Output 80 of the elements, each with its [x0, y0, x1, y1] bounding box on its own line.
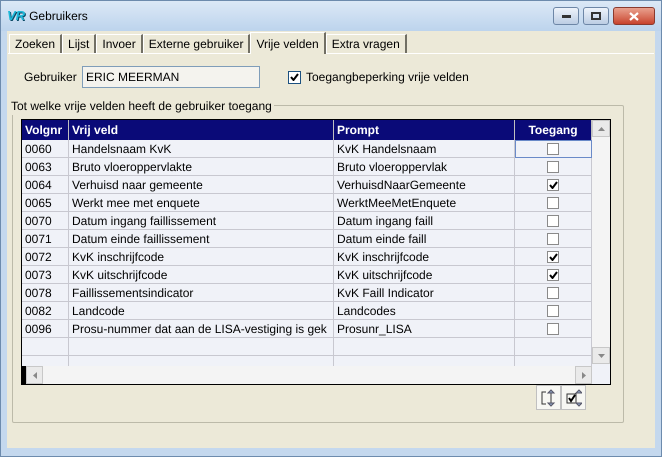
tab[interactable]: Lijst [62, 34, 96, 53]
vertical-scrollbar[interactable] [592, 120, 610, 364]
scroll-right-button[interactable] [575, 366, 592, 384]
row-height-button[interactable] [536, 385, 561, 410]
checkbox[interactable] [547, 251, 559, 263]
column-header[interactable]: Volgnr [22, 120, 69, 140]
right-arrow-icon [582, 372, 586, 378]
table-cell: KvK Faill Indicator [334, 284, 515, 302]
scroll-down-button[interactable] [592, 347, 610, 364]
left-arrow-icon [32, 372, 36, 378]
checkbox[interactable] [288, 70, 301, 84]
table-cell: KvK uitschrijfcode [334, 266, 515, 284]
table-cell: KvK inschrijfcode [69, 248, 334, 266]
table-cell: 0096 [22, 320, 69, 338]
table-cell: 0064 [22, 176, 69, 194]
checkbox[interactable] [547, 197, 559, 209]
table-cell: WerktMeeMetEnquete [334, 194, 515, 212]
checkbox[interactable] [547, 215, 559, 227]
resize-height-icon [540, 388, 556, 406]
checkbox[interactable] [547, 233, 559, 245]
table-cell: Prosunr_LISA [334, 320, 515, 338]
table-cell: 0071 [22, 230, 69, 248]
window-title: Gebruikers [29, 8, 89, 25]
table-cell: Bruto vloeroppervlakte [69, 158, 334, 176]
tab[interactable]: Zoeken [9, 34, 62, 53]
maximize-button[interactable] [583, 7, 609, 25]
column-header[interactable]: Vrij veld [69, 120, 334, 140]
close-button[interactable] [613, 7, 655, 25]
checkbox[interactable] [547, 287, 559, 299]
checkbox[interactable] [547, 323, 559, 335]
checkbox-label: Toegangbeperking vrije velden [306, 69, 469, 86]
minimize-icon [562, 14, 570, 18]
table-cell: Handelsnaam KvK [69, 140, 334, 158]
table-cell: Landcode [69, 302, 334, 320]
app-logo: VR [7, 7, 26, 26]
table-cell: Verhuisd naar gemeente [69, 176, 334, 194]
table-cell: 0082 [22, 302, 69, 320]
table-cell: 0070 [22, 212, 69, 230]
check-icon [290, 73, 299, 81]
table-cell: Bruto vloeroppervlak [334, 158, 515, 176]
close-icon [629, 12, 639, 20]
down-arrow-icon [598, 354, 604, 358]
checkbox[interactable] [547, 179, 559, 191]
checkbox[interactable] [547, 161, 559, 173]
minimize-button[interactable] [553, 7, 579, 25]
check-resize-button[interactable] [561, 385, 586, 410]
table-cell: KvK Handelsnaam [334, 140, 515, 158]
user-field[interactable]: ERIC MEERMAN [82, 66, 260, 88]
table-cell: Landcodes [334, 302, 515, 320]
table-cell: Datum einde faill [334, 230, 515, 248]
column-header[interactable]: Prompt [334, 120, 515, 140]
table-cell: Prosu-nummer dat aan de LISA-vestiging is gek [69, 320, 334, 338]
horizontal-scrollbar[interactable] [22, 366, 592, 384]
table-cell: VerhuisdNaarGemeente [334, 176, 515, 194]
table-cell: Werkt mee met enquete [69, 194, 334, 212]
table-cell: Datum einde faillissement [69, 230, 334, 248]
scroll-up-button[interactable] [592, 120, 610, 137]
table-cell: 0078 [22, 284, 69, 302]
scroll-left-button[interactable] [26, 366, 43, 384]
tab[interactable]: Externe gebruiker [142, 34, 250, 53]
table-cell: 0072 [22, 248, 69, 266]
tab[interactable]: Invoer [96, 34, 143, 53]
table-cell: 0073 [22, 266, 69, 284]
table-cell: Datum ingang faillissement [69, 212, 334, 230]
table-cell: KvK uitschrijfcode [69, 266, 334, 284]
table-cell: Faillissementsindicator [69, 284, 334, 302]
checkbox-resize-icon [566, 388, 582, 406]
tab[interactable]: Vrije velden [250, 32, 326, 54]
table-cell: 0063 [22, 158, 69, 176]
checkbox[interactable] [547, 143, 559, 155]
field-label: Gebruiker [24, 69, 78, 86]
checkbox[interactable] [547, 269, 559, 281]
tab[interactable]: Extra vragen [326, 34, 407, 53]
table-cell: 0065 [22, 194, 69, 212]
maximize-icon [591, 12, 601, 20]
table-cell: KvK inschrijfcode [334, 248, 515, 266]
table-cell: Datum ingang faill [334, 212, 515, 230]
table-cell: 0060 [22, 140, 69, 158]
checkbox[interactable] [547, 305, 559, 317]
up-arrow-icon [598, 126, 604, 130]
